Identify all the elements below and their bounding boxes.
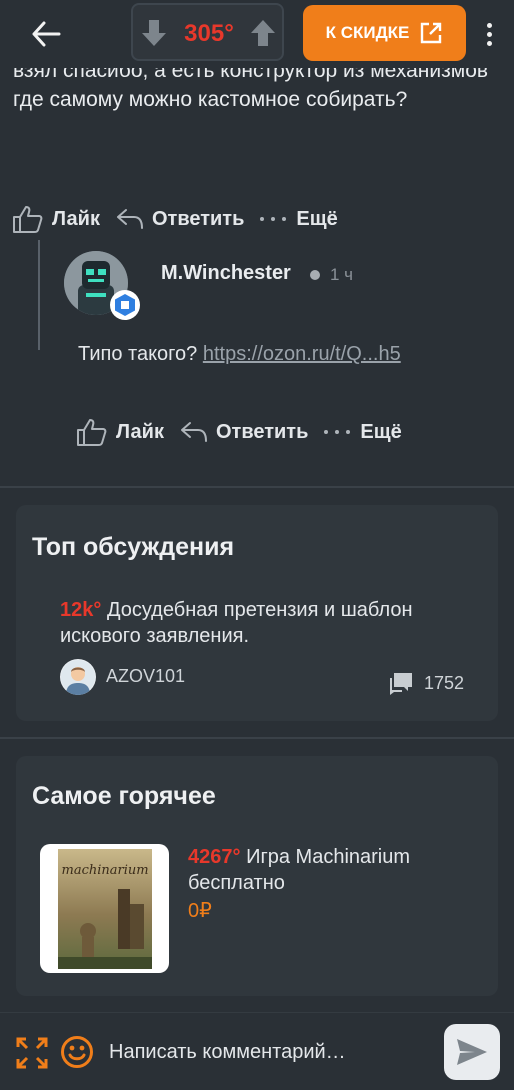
like-button[interactable]: Лайк: [12, 204, 100, 234]
online-dot: [310, 270, 320, 280]
discussion-comments: 1752: [388, 671, 464, 695]
discussion-title: Досудебная претензия и шаблон искового з…: [60, 599, 413, 647]
robot-scene-icon: [57, 888, 152, 969]
thread-line: [38, 240, 40, 350]
discussion-temperature: 12k°: [60, 599, 102, 621]
more-actions-button[interactable]: Ещё: [258, 207, 338, 231]
deal-thumbnail[interactable]: machinarium: [40, 844, 169, 973]
comment-text: взял спасибо, а есть конструктор из меха…: [13, 68, 489, 111]
thumbs-up-icon: [77, 419, 107, 446]
comment-input[interactable]: Написать комментарий…: [109, 1041, 346, 1064]
go-to-deal-label: К СКИДКЕ: [325, 23, 410, 42]
discussion-item[interactable]: 12k° Досудебная претензия и шаблон исков…: [60, 597, 480, 649]
arrow-up-icon: [251, 20, 275, 46]
kebab-dot-icon: [486, 22, 492, 28]
reply-like-button[interactable]: Лайк: [76, 417, 164, 447]
comment-body: взял спасибо, а есть конструктор из меха…: [13, 68, 493, 156]
reply-body: Типо такого? https://ozon.ru/t/Q...h5: [78, 343, 401, 366]
verified-badge-icon: [110, 290, 140, 320]
top-bar: 305° К СКИДКЕ: [0, 0, 514, 66]
reply-link[interactable]: https://ozon.ru/t/Q...h5: [203, 343, 401, 365]
expand-icon: [16, 1037, 48, 1069]
send-icon: [457, 1039, 487, 1065]
reply-author-name[interactable]: M.Winchester: [161, 262, 291, 285]
arrow-down-icon: [142, 20, 166, 46]
emoji-button[interactable]: [60, 1035, 94, 1069]
comments-icon: [390, 673, 412, 695]
reply-reply-button[interactable]: Ответить: [180, 421, 308, 444]
deal-temperature: 305°: [184, 20, 234, 47]
hottest-card: Самое горячее machinarium 4267° Игра Mac…: [16, 756, 498, 996]
reply-actions: Лайк Ответить Ещё: [76, 417, 402, 447]
vote-down-button[interactable]: [139, 17, 169, 49]
reply-button[interactable]: Ответить: [116, 208, 244, 231]
hot-deal-item[interactable]: 4267° Игра Machinarium бесплатно: [188, 844, 478, 896]
more-label: Ещё: [296, 207, 338, 230]
reply-text: Типо такого?: [78, 343, 198, 365]
vote-widget: 305°: [131, 3, 284, 61]
top-discussions-title: Топ обсуждения: [32, 533, 235, 561]
go-to-deal-button[interactable]: К СКИДКЕ: [303, 5, 466, 61]
machinarium-cover: machinarium: [57, 848, 152, 969]
expand-button[interactable]: [16, 1037, 48, 1069]
reply-arrow-icon: [116, 209, 143, 229]
reply-label: Ответить: [215, 420, 309, 443]
ellipsis-icon: [324, 430, 351, 434]
more-menu-button[interactable]: [477, 17, 501, 51]
reply-label: Ответить: [151, 207, 245, 230]
external-link-icon: [421, 22, 442, 44]
reply-time: 1 ч: [330, 265, 354, 284]
comment-actions: Лайк Ответить Ещё: [12, 204, 338, 234]
kebab-dot-icon: [486, 40, 492, 46]
discussion-author[interactable]: AZOV101: [106, 666, 185, 687]
ellipsis-icon: [260, 217, 287, 221]
like-label: Лайк: [116, 420, 164, 443]
discussion-author-avatar[interactable]: [60, 659, 96, 695]
hottest-title: Самое горячее: [32, 782, 216, 810]
smiley-icon: [61, 1036, 93, 1068]
comment-composer: Написать комментарий…: [0, 1012, 514, 1090]
thumbs-up-icon: [13, 206, 43, 233]
hexagon-badge-icon: [115, 294, 135, 316]
reply-more-button[interactable]: Ещё: [322, 420, 402, 444]
like-label: Лайк: [52, 207, 100, 230]
discussion-comment-count: 1752: [424, 672, 465, 693]
person-avatar-icon: [61, 660, 95, 695]
reply-arrow-icon: [180, 422, 207, 442]
kebab-dot-icon: [486, 31, 492, 37]
more-label: Ещё: [360, 420, 402, 443]
send-button[interactable]: [444, 1024, 500, 1080]
hot-deal-temperature: 4267°: [188, 846, 241, 868]
divider: [0, 737, 514, 739]
hot-deal-price: 0₽: [188, 900, 212, 922]
back-button[interactable]: [26, 16, 66, 52]
arrow-left-icon: [32, 21, 61, 47]
vote-up-button[interactable]: [248, 17, 278, 49]
divider: [0, 486, 514, 488]
top-discussions-card: Топ обсуждения 12k° Досудебная претензия…: [16, 505, 498, 721]
